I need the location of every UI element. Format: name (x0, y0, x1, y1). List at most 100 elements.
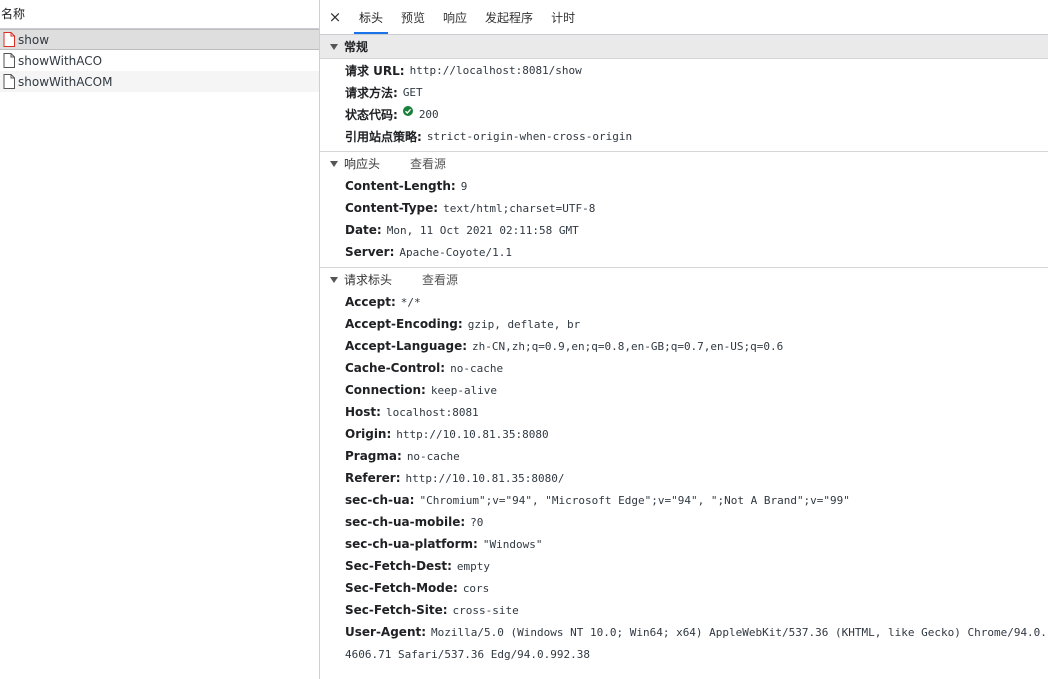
header-key: 请求方法: (345, 85, 398, 100)
header-value: 9 (460, 179, 468, 193)
header-key: Sec-Fetch-Site: (345, 603, 448, 617)
header-row: 状态代码: 200 (345, 103, 1048, 125)
header-key: Sec-Fetch-Mode: (345, 581, 458, 595)
tab-headers[interactable]: 标头 (350, 0, 392, 34)
collapse-triangle-icon (330, 276, 338, 283)
header-value: text/html;charset=UTF-8 (443, 201, 596, 215)
header-row: Pragma: no-cache (345, 445, 1048, 467)
request-name: showWithACOM (18, 74, 113, 89)
collapse-triangle-icon (330, 160, 338, 167)
header-value: empty (456, 559, 490, 573)
header-key: Content-Type: (345, 201, 439, 215)
header-value: cors (462, 581, 490, 595)
header-value: "Chromium";v="94", "Microsoft Edge";v="9… (419, 493, 850, 507)
request-name: show (18, 32, 50, 47)
header-row: Accept-Language: zh-CN,zh;q=0.9,en;q=0.8… (345, 335, 1048, 357)
header-key: sec-ch-ua-platform: (345, 537, 478, 551)
header-key: Referer: (345, 471, 401, 485)
header-value: "Windows" (482, 537, 543, 551)
header-row: Connection: keep-alive (345, 379, 1048, 401)
header-key: 引用站点策略: (345, 129, 422, 144)
view-source-link[interactable]: 查看源 (422, 271, 458, 288)
response-header-rows: Content-Length: 9 Content-Type: text/htm… (320, 175, 1048, 263)
section-title: 常规 (344, 40, 369, 54)
header-row: Cache-Control: no-cache (345, 357, 1048, 379)
general-section-header[interactable]: 常规 (320, 35, 1048, 59)
tab-response[interactable]: 响应 (434, 0, 476, 34)
header-value: no-cache (450, 361, 504, 375)
header-value: Apache-Coyote/1.1 (399, 245, 512, 259)
header-key: Cache-Control: (345, 361, 446, 375)
header-row: Sec-Fetch-Site: cross-site (345, 599, 1048, 621)
name-column-header[interactable]: 名称 (0, 0, 319, 29)
header-value: no-cache (406, 449, 460, 463)
header-value: localhost:8081 (385, 405, 479, 419)
request-row-show[interactable]: show (0, 29, 319, 50)
header-row: Referer: http://10.10.81.35:8080/ (345, 467, 1048, 489)
header-key: Host: (345, 405, 381, 419)
header-value: Mon, 11 Oct 2021 02:11:58 GMT (386, 223, 579, 237)
tab-timing[interactable]: 计时 (542, 0, 584, 34)
header-row: Accept-Encoding: gzip, deflate, br (345, 313, 1048, 335)
request-row-showwithacom[interactable]: showWithACOM (0, 71, 319, 92)
request-header-rows: Accept: */* Accept-Encoding: gzip, defla… (320, 291, 1048, 621)
header-value: http://10.10.81.35:8080 (396, 427, 549, 441)
header-value: http://10.10.81.35:8080/ (405, 471, 565, 485)
tab-preview[interactable]: 预览 (392, 0, 434, 34)
header-key: 请求 URL: (345, 63, 405, 78)
header-key: Date: (345, 223, 382, 237)
header-key: Server: (345, 245, 395, 259)
document-icon (3, 53, 15, 68)
header-row: Host: localhost:8081 (345, 401, 1048, 423)
header-value: GET (402, 85, 423, 99)
collapse-triangle-icon (330, 43, 338, 50)
view-source-link[interactable]: 查看源 (410, 155, 446, 172)
header-key: sec-ch-ua-mobile: (345, 515, 466, 529)
header-value: http://localhost:8081/show (409, 63, 582, 77)
header-key: Sec-Fetch-Dest: (345, 559, 452, 573)
header-value: keep-alive (430, 383, 498, 397)
header-key: Content-Length: (345, 179, 456, 193)
section-title: 请求标头 (344, 273, 393, 287)
header-row-user-agent: User-Agent: Mozilla/5.0 (Windows NT 10.0;… (320, 621, 1048, 666)
header-key: User-Agent: (345, 625, 427, 639)
status-ok-icon (402, 106, 413, 116)
header-key: Origin: (345, 427, 392, 441)
request-headers-section-header[interactable]: 请求标头 查看源 (320, 268, 1048, 291)
header-value: zh-CN,zh;q=0.9,en;q=0.8,en-GB;q=0.7,en-U… (472, 339, 784, 353)
header-row: sec-ch-ua-platform: "Windows" (345, 533, 1048, 555)
header-row: Origin: http://10.10.81.35:8080 (345, 423, 1048, 445)
header-key: sec-ch-ua: (345, 493, 415, 507)
document-icon (3, 32, 15, 47)
header-value: */* (400, 295, 421, 309)
header-row: sec-ch-ua-mobile: ?0 (345, 511, 1048, 533)
header-key: 状态代码: (345, 107, 398, 122)
header-key: Accept-Language: (345, 339, 468, 353)
details-tab-bar: × 标头 预览 响应 发起程序 计时 (320, 0, 1048, 35)
header-value: cross-site (452, 603, 519, 617)
header-row: 引用站点策略: strict-origin-when-cross-origin (345, 125, 1048, 147)
request-name: showWithACO (18, 53, 103, 68)
header-key: Accept-Encoding: (345, 317, 463, 331)
document-icon (3, 74, 15, 89)
header-key: Pragma: (345, 449, 402, 463)
response-headers-section-header[interactable]: 响应头 查看源 (320, 152, 1048, 175)
header-row: Content-Type: text/html;charset=UTF-8 (345, 197, 1048, 219)
request-row-showwithaco[interactable]: showWithACO (0, 50, 319, 71)
header-key: Connection: (345, 383, 426, 397)
tab-initiator[interactable]: 发起程序 (476, 0, 542, 34)
request-details-pane: × 标头 预览 响应 发起程序 计时 常规 请求 URL: http://loc… (320, 0, 1048, 679)
header-row: Sec-Fetch-Dest: empty (345, 555, 1048, 577)
header-key: Accept: (345, 295, 396, 309)
header-row: 请求 URL: http://localhost:8081/show (345, 59, 1048, 81)
header-value: 200 (418, 107, 439, 121)
devtools-network-panel: 名称 show showWithACO showWithACOM × 标头 预览… (0, 0, 1048, 679)
header-value: ?0 (470, 515, 484, 529)
request-list-pane: 名称 show showWithACO showWithACOM (0, 0, 320, 679)
section-title: 响应头 (344, 157, 381, 171)
general-rows: 请求 URL: http://localhost:8081/show 请求方法:… (320, 59, 1048, 147)
close-icon[interactable]: × (320, 0, 350, 34)
header-row: Server: Apache-Coyote/1.1 (345, 241, 1048, 263)
header-row: sec-ch-ua: "Chromium";v="94", "Microsoft… (345, 489, 1048, 511)
header-row: Content-Length: 9 (345, 175, 1048, 197)
